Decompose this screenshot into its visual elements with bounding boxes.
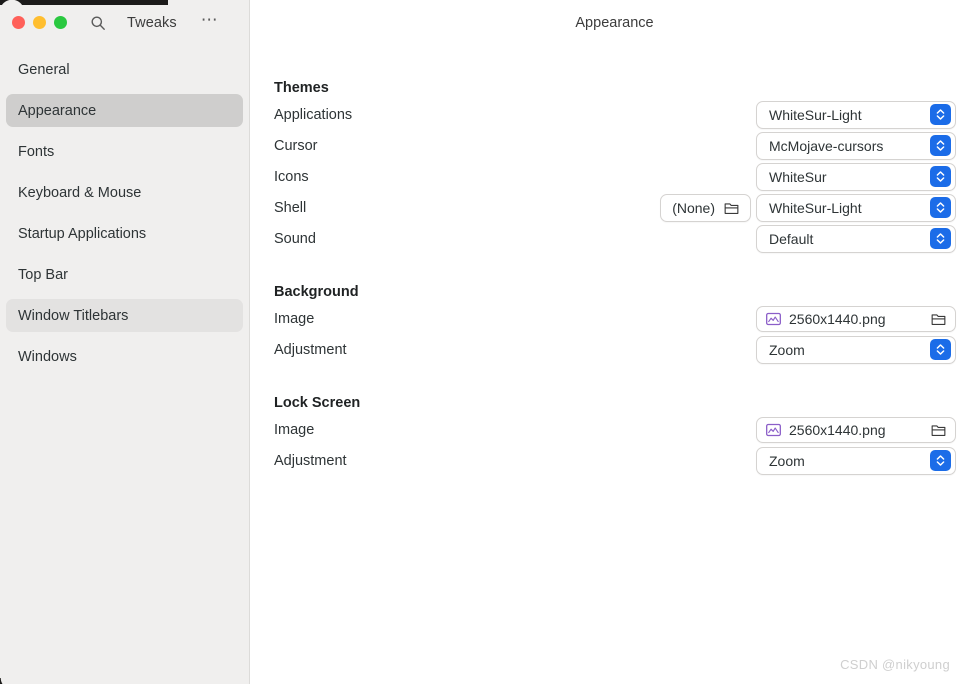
lockscreen-adjustment-value: Zoom — [769, 452, 805, 469]
sound-theme-dropdown[interactable]: Default — [756, 224, 956, 253]
row-label: Cursor — [274, 137, 318, 154]
shell-theme-file-value: (None) — [672, 199, 715, 216]
section-title-themes: Themes — [274, 80, 329, 96]
shell-theme-value: WhiteSur-Light — [769, 199, 862, 216]
sidebar-item-fonts[interactable]: Fonts — [6, 135, 243, 168]
tweaks-window: Tweaks ⋯ General Appearance Fonts Keyboa… — [0, 0, 978, 684]
row-controls: Zoom — [756, 335, 956, 364]
row-controls: Zoom — [756, 446, 956, 475]
sidebar-item-windows[interactable]: Windows — [6, 340, 243, 373]
row-label: Sound — [274, 230, 316, 247]
sidebar-item-label: Top Bar — [18, 266, 68, 283]
background-image-file-button[interactable]: 2560x1440.png — [756, 305, 956, 332]
shell-theme-dropdown[interactable]: WhiteSur-Light — [756, 193, 956, 222]
sidebar-item-label: Windows — [18, 348, 77, 365]
page-title: Appearance — [575, 14, 654, 31]
background-adjustment-value: Zoom — [769, 341, 805, 358]
cursor-theme-value: McMojave-cursors — [769, 137, 884, 154]
applications-theme-dropdown[interactable]: WhiteSur-Light — [756, 100, 956, 129]
sidebar-item-label: Startup Applications — [18, 225, 147, 242]
icons-theme-value: WhiteSur — [769, 168, 827, 185]
sidebar: Tweaks ⋯ General Appearance Fonts Keyboa… — [0, 0, 250, 684]
row-lockscreen-image: Image 2560x1440.png — [274, 414, 956, 445]
sidebar-item-general[interactable]: General — [6, 53, 243, 86]
cursor-theme-dropdown[interactable]: McMojave-cursors — [756, 131, 956, 160]
image-thumbnail-icon — [766, 312, 781, 325]
row-label: Image — [274, 310, 315, 327]
chevron-updown-icon — [930, 166, 951, 187]
row-lockscreen-adjustment: Adjustment Zoom — [274, 445, 956, 476]
app-title: Tweaks — [127, 14, 177, 31]
row-background-image: Image 2560x1440.png — [274, 303, 956, 334]
sidebar-item-keyboard-and-mouse[interactable]: Keyboard & Mouse — [6, 176, 243, 209]
chevron-updown-icon — [930, 228, 951, 249]
sidebar-item-label: Fonts — [18, 143, 55, 160]
search-button[interactable] — [87, 12, 109, 34]
chevron-updown-icon — [930, 450, 951, 471]
row-controls: 2560x1440.png — [756, 416, 956, 443]
sound-theme-value: Default — [769, 230, 814, 247]
close-window-button[interactable] — [12, 16, 25, 29]
watermark: CSDN @nikyoung — [840, 657, 950, 672]
ellipsis-menu-icon: ⋯ — [200, 9, 219, 29]
row-cursor-theme: Cursor McMojave-cursors — [274, 130, 956, 161]
lockscreen-image-value: 2560x1440.png — [789, 421, 886, 438]
sidebar-item-startup-applications[interactable]: Startup Applications — [6, 217, 243, 250]
content-header: Appearance — [251, 0, 978, 45]
content-area: Appearance Themes Applications WhiteSur-… — [251, 0, 978, 684]
row-label: Adjustment — [274, 341, 347, 358]
folder-icon — [931, 424, 946, 436]
row-controls: (None) WhiteSur-Light — [660, 193, 956, 222]
settings-list: Themes Applications WhiteSur-Light Curso… — [251, 77, 978, 476]
sidebar-item-top-bar[interactable]: Top Bar — [6, 258, 243, 291]
shell-theme-file-button[interactable]: (None) — [660, 193, 751, 222]
lockscreen-adjustment-dropdown[interactable]: Zoom — [756, 446, 956, 475]
chevron-updown-icon — [930, 339, 951, 360]
sidebar-item-appearance[interactable]: Appearance — [6, 94, 243, 127]
icons-theme-dropdown[interactable]: WhiteSur — [756, 162, 956, 191]
row-label: Icons — [274, 168, 309, 185]
section-title-lock-screen: Lock Screen — [274, 395, 361, 411]
sidebar-item-label: General — [18, 61, 70, 78]
chevron-updown-icon — [930, 135, 951, 156]
sidebar-nav-list: General Appearance Fonts Keyboard & Mous… — [0, 45, 249, 373]
row-controls: WhiteSur-Light — [756, 100, 956, 129]
folder-icon — [931, 313, 946, 325]
main-menu-button[interactable]: ⋯ — [199, 9, 221, 34]
maximize-window-button[interactable] — [54, 16, 67, 29]
chevron-updown-icon — [930, 197, 951, 218]
row-label: Image — [274, 421, 315, 438]
section-title-background: Background — [274, 284, 359, 300]
chevron-updown-icon — [930, 104, 951, 125]
row-controls: WhiteSur — [756, 162, 956, 191]
row-shell-theme: Shell (None) WhiteSur-Light — [274, 192, 956, 223]
row-controls: McMojave-cursors — [756, 131, 956, 160]
folder-icon — [724, 202, 739, 214]
row-controls: Default — [756, 224, 956, 253]
sidebar-item-window-titlebars[interactable]: Window Titlebars — [6, 299, 243, 332]
background-image-value: 2560x1440.png — [789, 310, 886, 327]
row-label: Adjustment — [274, 452, 347, 469]
row-controls: 2560x1440.png — [756, 305, 956, 332]
sidebar-item-label: Keyboard & Mouse — [18, 184, 142, 201]
row-label: Applications — [274, 106, 353, 123]
window-controls — [12, 16, 67, 29]
row-sound-theme: Sound Default — [274, 223, 956, 254]
image-thumbnail-icon — [766, 423, 781, 436]
row-background-adjustment: Adjustment Zoom — [274, 334, 956, 365]
applications-theme-value: WhiteSur-Light — [769, 106, 862, 123]
search-icon — [91, 16, 105, 30]
row-label: Shell — [274, 199, 307, 216]
row-icons-theme: Icons WhiteSur — [274, 161, 956, 192]
background-adjustment-dropdown[interactable]: Zoom — [756, 335, 956, 364]
sidebar-item-label: Window Titlebars — [18, 307, 129, 324]
lockscreen-image-file-button[interactable]: 2560x1440.png — [756, 416, 956, 443]
sidebar-item-label: Appearance — [18, 102, 97, 119]
minimize-window-button[interactable] — [33, 16, 46, 29]
row-applications-theme: Applications WhiteSur-Light — [274, 99, 956, 130]
titlebar-left: Tweaks ⋯ — [0, 0, 249, 45]
